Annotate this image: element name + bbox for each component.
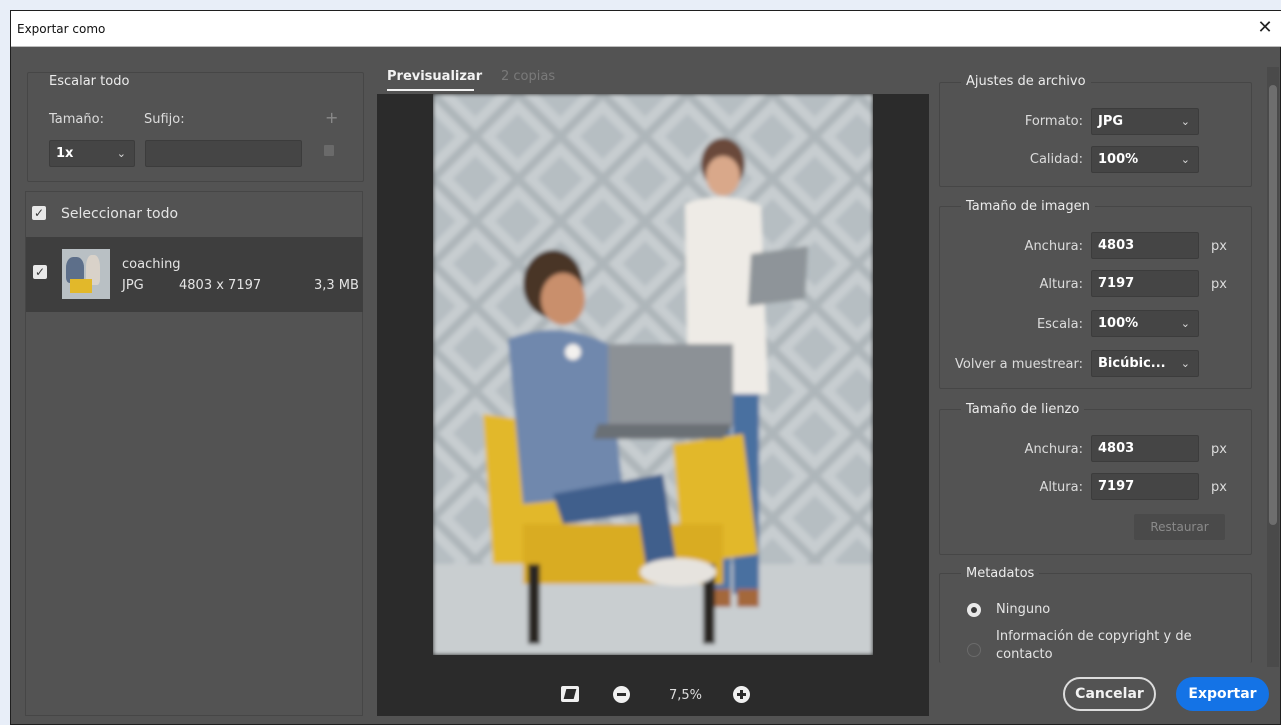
file-thumbnail: [62, 249, 110, 299]
image-size-legend: Tamaño de imagen: [961, 199, 1095, 214]
image-width-input[interactable]: 4803: [1091, 232, 1199, 259]
tab-preview[interactable]: Previsualizar: [387, 69, 482, 84]
canvas-size-legend: Tamaño de lienzo: [961, 402, 1085, 417]
metadata-copyright-label[interactable]: Información de copyright y de contacto: [996, 628, 1226, 663]
select-all-label[interactable]: Seleccionar todo: [61, 206, 178, 222]
cancel-button[interactable]: Cancelar: [1063, 677, 1156, 711]
tab-copies[interactable]: 2 copias: [501, 69, 555, 84]
tab-preview-underline: [387, 89, 474, 91]
select-all-checkbox[interactable]: ✓: [32, 206, 46, 220]
scrollbar-thumb[interactable]: [1269, 85, 1277, 525]
file-format: JPG: [122, 278, 144, 293]
metadata-none-radio[interactable]: [967, 603, 981, 617]
export-button[interactable]: Exportar: [1176, 677, 1269, 711]
metadata-copyright-clip: Información de copyright y de contacto: [996, 628, 1236, 663]
resample-select-value: Bicúbic...: [1098, 356, 1166, 371]
canvas-width-input[interactable]: 4803: [1091, 435, 1199, 462]
file-size: 3,3 MB: [314, 278, 359, 293]
canvas-height-label: Altura:: [1039, 480, 1083, 495]
resample-label: Volver a muestrear:: [954, 357, 1083, 372]
metadata-copyright-radio[interactable]: [967, 643, 981, 657]
file-name: coaching: [122, 257, 181, 272]
format-select-value: JPG: [1098, 114, 1124, 129]
canvas-width-unit: px: [1211, 442, 1227, 457]
chevron-down-icon: ⌄: [116, 147, 126, 160]
file-dimensions: 4803 x 7197: [179, 278, 262, 293]
dialog-title: Exportar como: [17, 22, 106, 36]
image-height-label: Altura:: [1039, 277, 1083, 292]
suffix-input[interactable]: [145, 140, 302, 167]
canvas-height-unit: px: [1211, 480, 1227, 495]
zoom-in-icon[interactable]: [733, 686, 750, 703]
trash-icon[interactable]: [324, 145, 334, 156]
fit-canvas-icon[interactable]: [561, 686, 579, 702]
canvas-width-label: Anchura:: [1024, 442, 1083, 457]
preview-image: [433, 94, 873, 655]
preview-area: 7,5%: [377, 94, 929, 716]
metadata-legend: Metadatos: [961, 566, 1040, 581]
reset-button[interactable]: Restaurar: [1134, 514, 1225, 540]
chevron-down-icon: ⌄: [1180, 153, 1190, 166]
metadata-none-label[interactable]: Ninguno: [996, 602, 1050, 617]
export-dialog: Exportar como ✕ Escalar todo Tamaño: Suf…: [10, 10, 1281, 725]
size-label: Tamaño:: [49, 112, 104, 127]
zoom-level: 7,5%: [669, 688, 703, 703]
image-width-unit: px: [1211, 239, 1227, 254]
quality-label: Calidad:: [1029, 152, 1083, 167]
quality-select[interactable]: 100% ⌄: [1091, 146, 1199, 173]
zoom-out-icon[interactable]: [613, 686, 630, 703]
chevron-down-icon: ⌄: [1180, 317, 1190, 330]
resample-select[interactable]: Bicúbic... ⌄: [1091, 350, 1199, 377]
scale-all-legend: Escalar todo: [44, 74, 135, 89]
file-list-item[interactable]: ✓ coaching JPG 4803 x 7197 3,3 MB: [26, 237, 363, 312]
image-height-input[interactable]: 7197: [1091, 270, 1199, 297]
size-select[interactable]: 1x ⌄: [49, 140, 135, 167]
canvas-height-input[interactable]: 7197: [1091, 473, 1199, 500]
file-item-checkbox[interactable]: ✓: [33, 265, 47, 279]
scale-select[interactable]: 100% ⌄: [1091, 310, 1199, 337]
suffix-label: Sufijo:: [144, 112, 185, 127]
size-select-value: 1x: [56, 146, 74, 161]
settings-scrollbar[interactable]: [1267, 67, 1279, 667]
close-icon[interactable]: ✕: [1254, 17, 1276, 39]
scale-select-value: 100%: [1098, 316, 1139, 331]
image-height-unit: px: [1211, 277, 1227, 292]
scale-label: Escala:: [1036, 317, 1083, 332]
chevron-down-icon: ⌄: [1180, 115, 1190, 128]
image-width-label: Anchura:: [1024, 239, 1083, 254]
file-settings-legend: Ajustes de archivo: [961, 74, 1091, 89]
preview-photo-graphic: [433, 94, 873, 655]
title-bar: Exportar como ✕: [11, 11, 1281, 47]
format-label: Formato:: [1024, 114, 1083, 129]
add-scale-icon[interactable]: +: [325, 108, 338, 127]
quality-select-value: 100%: [1098, 152, 1139, 167]
chevron-down-icon: ⌄: [1180, 357, 1190, 370]
format-select[interactable]: JPG ⌄: [1091, 108, 1199, 135]
